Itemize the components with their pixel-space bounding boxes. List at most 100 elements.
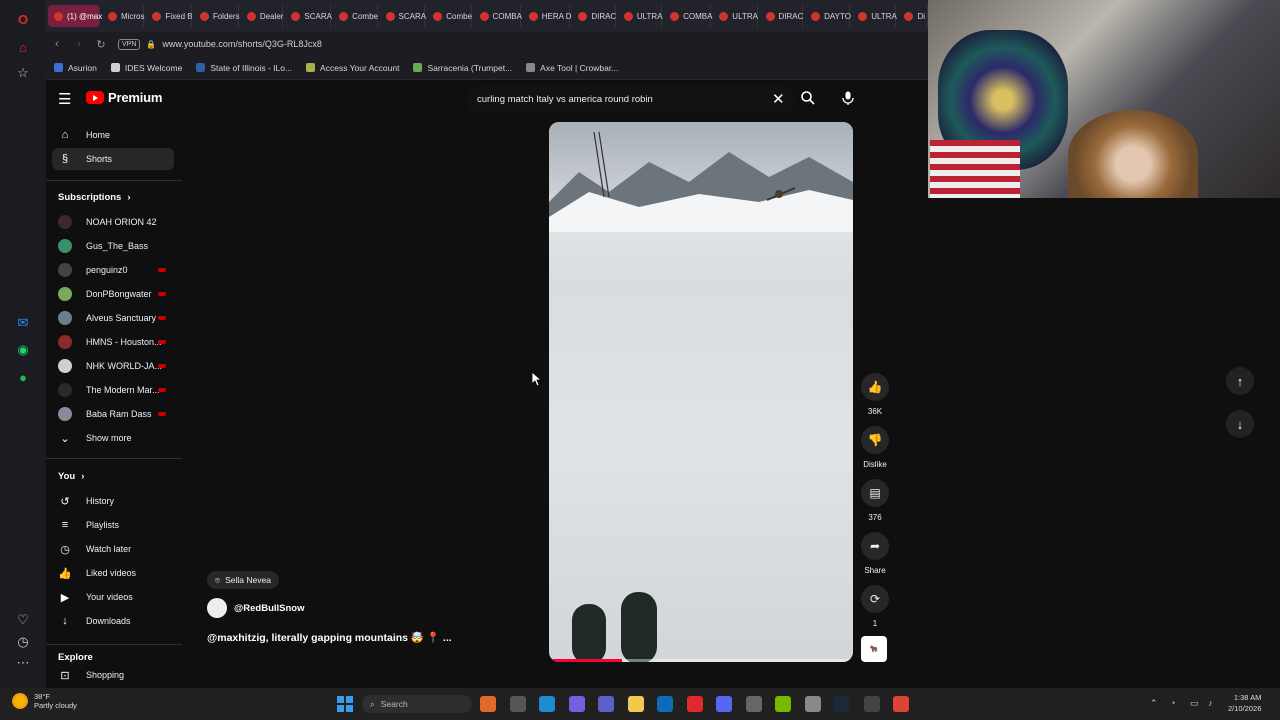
steam-icon[interactable] xyxy=(834,696,850,712)
clock[interactable]: 1:38 AM 2/10/2026 xyxy=(1228,692,1261,714)
forward-icon[interactable]: › xyxy=(68,38,90,50)
tab-4[interactable]: Dealer xyxy=(241,5,283,27)
tab-9[interactable]: COMBA xyxy=(474,5,522,27)
subscription-item[interactable]: NHK WORLD-JA... xyxy=(52,355,174,377)
avatar[interactable] xyxy=(207,598,227,618)
sidebar-item-shopping[interactable]: ⊡ Shopping xyxy=(52,668,174,682)
weather-widget[interactable]: 38°F Partly cloudy xyxy=(12,692,77,710)
spotify-icon[interactable]: ● xyxy=(12,366,34,388)
tab-12[interactable]: ULTRA xyxy=(618,5,663,27)
subscription-item[interactable]: The Modern Mar... xyxy=(52,379,174,401)
tab-7[interactable]: SCARA xyxy=(380,5,426,27)
subscription-item[interactable]: NOAH ORION 42 xyxy=(52,211,174,233)
dislike-button[interactable]: 👎 Dislike xyxy=(860,426,890,469)
subscription-item[interactable]: HMNS - Houston... xyxy=(52,331,174,353)
tab-3[interactable]: Folders xyxy=(194,5,240,27)
tab-13[interactable]: COMBA xyxy=(664,5,712,27)
tab-5[interactable]: SCARA xyxy=(285,5,332,27)
subscription-item[interactable]: penguinz0 xyxy=(52,259,174,281)
bookmark-3[interactable]: Access Your Account xyxy=(306,63,399,73)
start-button[interactable] xyxy=(337,696,353,712)
teams-icon[interactable] xyxy=(598,696,614,712)
video-progress-bar[interactable] xyxy=(549,659,853,662)
reload-icon[interactable]: ↻ xyxy=(90,38,112,51)
bookmark-0[interactable]: Asurion xyxy=(54,63,97,73)
tray-icon[interactable]: ◔ xyxy=(1170,698,1175,708)
more-icon[interactable]: ⋯ xyxy=(12,652,34,674)
edge-icon[interactable] xyxy=(539,696,555,712)
show-more-button[interactable]: ⌄ Show more xyxy=(52,427,174,449)
youtube-logo[interactable]: Premium xyxy=(86,90,162,105)
heart-icon[interactable]: ♡ xyxy=(12,609,34,631)
location-chip[interactable]: ⌾ Sella Nevea xyxy=(207,571,279,589)
channel-name[interactable]: @RedBullSnow xyxy=(234,603,305,614)
tab-8[interactable]: Combe xyxy=(427,5,472,27)
sidebar-item-history[interactable]: ↺ History xyxy=(52,490,174,512)
nvidia-icon[interactable] xyxy=(775,696,791,712)
microphone-icon[interactable] xyxy=(840,90,856,106)
back-icon[interactable]: ‹ xyxy=(46,38,68,50)
tab-11[interactable]: DIRAC xyxy=(572,5,616,27)
like-button[interactable]: 👍 36K xyxy=(860,373,890,416)
search-input[interactable]: curling match Italy vs america round rob… xyxy=(466,86,796,112)
tab-17[interactable]: ULTRA xyxy=(852,5,897,27)
bookmark-2[interactable]: State of Illinois - ILo... xyxy=(196,63,292,73)
sidebar-item-shorts[interactable]: § Shorts xyxy=(52,148,174,170)
file-explorer-icon[interactable] xyxy=(627,696,644,712)
tab-2[interactable]: Fixed B xyxy=(146,5,193,27)
share-button[interactable]: ➦ Share xyxy=(860,532,890,575)
bookmark-4[interactable]: Sarracenia (Trumpet... xyxy=(413,63,512,73)
comments-button[interactable]: ▤ 376 xyxy=(860,479,890,522)
subscription-item[interactable]: DonPBongwater xyxy=(52,283,174,305)
task-view-icon[interactable] xyxy=(509,696,526,712)
opera-icon[interactable] xyxy=(686,696,703,712)
tab-10[interactable]: HERA D xyxy=(523,5,572,27)
history-icon[interactable]: ◷ xyxy=(12,631,34,653)
tab-14[interactable]: ULTRA xyxy=(713,5,758,27)
subscriptions-heading[interactable]: Subscriptions › xyxy=(58,192,131,203)
sidebar-item-liked-videos[interactable]: 👍 Liked videos xyxy=(52,562,174,584)
search-icon[interactable] xyxy=(800,90,816,106)
sidebar-item-downloads[interactable]: ↓ Downloads xyxy=(52,610,174,632)
sidebar-item-playlists[interactable]: ≡ Playlists xyxy=(52,514,174,536)
clear-search-icon[interactable]: ✕ xyxy=(772,90,785,108)
messenger-icon[interactable]: ✉ xyxy=(12,312,34,334)
sidebar-item-watch-later[interactable]: ◷ Watch later xyxy=(52,538,174,560)
video-title[interactable]: @maxhitzig, literally gapping mountains … xyxy=(207,631,452,644)
subscription-item[interactable]: Gus_The_Bass xyxy=(52,235,174,257)
volume-icon[interactable]: ♪ xyxy=(1208,698,1213,708)
tab-1[interactable]: Micros xyxy=(102,5,145,27)
menu-icon[interactable]: ☰ xyxy=(58,90,74,108)
tab-16[interactable]: DAYTO xyxy=(805,5,851,27)
next-short-button[interactable]: ↓ xyxy=(1226,410,1254,438)
chevron-up-icon[interactable]: ⌃ xyxy=(1150,698,1158,709)
you-heading[interactable]: You › xyxy=(58,471,84,482)
opera-logo-icon[interactable]: O xyxy=(12,8,34,30)
channel-badge[interactable]: 🐂 xyxy=(861,636,887,662)
tab-6[interactable]: Combe xyxy=(333,5,378,27)
terminal-icon[interactable] xyxy=(863,696,880,712)
home-icon[interactable]: ⌂ xyxy=(12,36,34,58)
tab-15[interactable]: DIRAC xyxy=(760,5,803,27)
pizza-app-icon[interactable] xyxy=(480,696,496,712)
network-icon[interactable]: ▭ xyxy=(1190,698,1199,709)
previous-short-button[interactable]: ↑ xyxy=(1226,367,1254,395)
star-icon[interactable]: ☆ xyxy=(12,62,34,84)
whatsapp-icon[interactable]: ◉ xyxy=(12,339,34,361)
discord-icon[interactable] xyxy=(716,696,732,712)
taskbar-search[interactable]: ⌕ Search xyxy=(362,695,472,713)
url-field[interactable]: www.youtube.com/shorts/Q3G-RL8Jcx8 xyxy=(162,39,322,49)
subscription-item[interactable]: Alveus Sanctuary xyxy=(52,307,174,329)
copilot-icon[interactable] xyxy=(568,696,585,712)
channel-row[interactable]: @RedBullSnow xyxy=(207,598,305,618)
settings-icon[interactable] xyxy=(804,696,821,712)
subscription-item[interactable]: Baba Ram Dass xyxy=(52,403,174,425)
bookmark-1[interactable]: IDES Welcome xyxy=(110,63,182,73)
shorts-video-player[interactable] xyxy=(549,122,853,662)
chrome-icon[interactable] xyxy=(893,696,909,712)
remix-button[interactable]: ⟳ 1 xyxy=(860,585,890,628)
sidebar-item-your-videos[interactable]: ▶ Your videos xyxy=(52,586,174,608)
tab-0[interactable]: (1) @max xyxy=(48,5,102,27)
vpn-badge[interactable]: VPN xyxy=(118,38,141,50)
sidebar-item-home[interactable]: ⌂ Home xyxy=(52,124,174,146)
